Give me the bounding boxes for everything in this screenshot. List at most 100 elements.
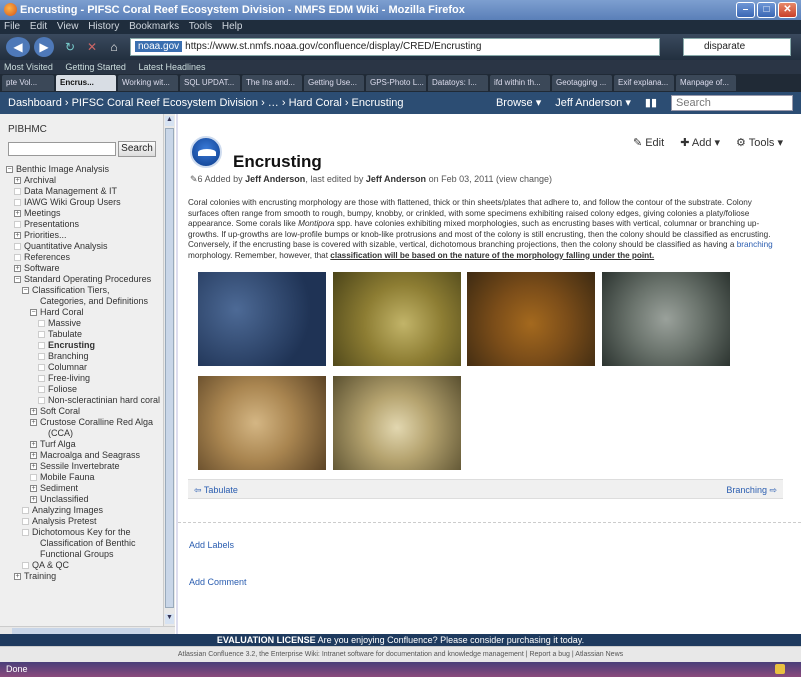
tree-item[interactable]: + Macroalga and Seagrass — [6, 450, 164, 461]
tree-item[interactable]: + Soft Coral — [6, 406, 164, 417]
sidebar-vertical-scrollbar[interactable]: ▲ ▼ — [163, 114, 175, 626]
expand-icon[interactable]: + — [30, 441, 37, 449]
confluence-search-input[interactable]: Search — [671, 95, 793, 111]
tree-item[interactable]: + Crustose Coralline Red Alga — [6, 417, 164, 428]
tab-1-active[interactable]: Encrus... — [56, 75, 116, 91]
close-button[interactable]: ✕ — [778, 2, 797, 18]
expand-icon[interactable]: + — [30, 408, 37, 416]
tab-3[interactable]: SQL UPDAT... — [180, 75, 240, 91]
add-labels-link[interactable]: Add Labels — [189, 540, 234, 550]
tab-2[interactable]: Working wit... — [118, 75, 178, 91]
edit-button[interactable]: ✎ Edit — [633, 136, 664, 149]
tree-item[interactable]: Encrusting — [6, 340, 164, 351]
tree-item[interactable]: + Priorities... — [6, 230, 164, 241]
scrollbar-thumb[interactable] — [165, 128, 174, 608]
menu-bookmarks[interactable]: Bookmarks — [129, 21, 179, 32]
tree-item[interactable]: − Classification Tiers, — [6, 285, 164, 296]
tools-menu[interactable]: ⚙ Tools ▾ — [736, 136, 783, 149]
breadcrumb[interactable]: Dashboard › PIFSC Coral Reef Ecosystem D… — [8, 92, 404, 114]
tab-10[interactable]: Exif explana... — [614, 75, 674, 91]
tree-item[interactable]: Tabulate — [6, 329, 164, 340]
tree-item[interactable]: (CCA) — [6, 428, 164, 439]
tree-item[interactable]: Dichotomous Key for the — [6, 527, 164, 538]
home-icon[interactable]: ⌂ — [104, 37, 124, 57]
tree-item[interactable]: − Benthic Image Analysis — [6, 164, 164, 175]
branching-link[interactable]: branching — [737, 240, 773, 249]
tab-6[interactable]: GPS-Photo L... — [366, 75, 426, 91]
collapse-icon[interactable]: − — [14, 276, 21, 284]
coral-photo-3[interactable] — [467, 272, 595, 366]
tab-0[interactable]: pte Vol... — [2, 75, 54, 91]
coral-photo-6[interactable] — [333, 376, 461, 470]
menu-view[interactable]: View — [57, 21, 79, 32]
tab-11[interactable]: Manpage of... — [676, 75, 736, 91]
coral-photo-1[interactable] — [198, 272, 326, 366]
tab-8[interactable]: ifd within th... — [490, 75, 550, 91]
browse-menu[interactable]: Browse ▾ — [496, 92, 541, 114]
tree-item[interactable]: + Sediment — [6, 483, 164, 494]
user-menu[interactable]: Jeff Anderson ▾ — [555, 92, 631, 114]
prev-page-link[interactable]: ⇦ Tabulate — [194, 480, 238, 500]
tree-item[interactable]: References — [6, 252, 164, 263]
layout-toggle-icon[interactable]: ▮▮ — [645, 92, 657, 114]
back-icon[interactable]: ◀ — [6, 37, 30, 57]
editor-link[interactable]: Jeff Anderson — [366, 174, 426, 184]
sidebar-search-button[interactable]: Search — [118, 141, 156, 157]
expand-icon[interactable]: + — [30, 419, 37, 427]
browser-search-input[interactable]: disparate — [683, 38, 791, 56]
expand-icon[interactable]: + — [14, 232, 21, 240]
tree-item[interactable]: Presentations — [6, 219, 164, 230]
menu-help[interactable]: Help — [222, 21, 243, 32]
add-menu[interactable]: ✚ Add ▾ — [680, 136, 720, 149]
tree-item[interactable]: Analyzing Images — [6, 505, 164, 516]
tree-item[interactable]: − Hard Coral — [6, 307, 164, 318]
collapse-icon[interactable]: − — [30, 309, 37, 317]
scroll-up-icon[interactable]: ▲ — [165, 116, 174, 126]
tab-5[interactable]: Getting Use... — [304, 75, 364, 91]
menu-file[interactable]: File — [4, 21, 20, 32]
site-identity[interactable]: noaa.gov — [135, 41, 183, 52]
tab-7[interactable]: Datatoys: I... — [428, 75, 488, 91]
collapse-icon[interactable]: − — [22, 287, 29, 295]
tree-item[interactable]: Free-living — [6, 373, 164, 384]
url-bar[interactable]: noaa.gov https://www.st.nmfs.noaa.gov/con… — [130, 38, 660, 56]
tree-item[interactable]: Analysis Pretest — [6, 516, 164, 527]
collapse-icon[interactable]: − — [6, 166, 13, 174]
bookmark-most-visited[interactable]: Most Visited — [4, 62, 53, 72]
tree-item[interactable]: Branching — [6, 351, 164, 362]
menu-history[interactable]: History — [88, 21, 119, 32]
tree-item[interactable]: Classification of Benthic — [6, 538, 164, 549]
sidebar-search-input[interactable] — [8, 142, 116, 156]
tree-item[interactable]: + Training — [6, 571, 164, 582]
tree-item[interactable]: Data Management & IT — [6, 186, 164, 197]
expand-icon[interactable]: + — [14, 573, 21, 581]
tree-item[interactable]: Columnar — [6, 362, 164, 373]
tree-item[interactable]: + Archival — [6, 175, 164, 186]
tab-9[interactable]: Geotagging ... — [552, 75, 612, 91]
tree-item[interactable]: Quantitative Analysis — [6, 241, 164, 252]
tree-item[interactable]: Foliose — [6, 384, 164, 395]
expand-icon[interactable]: + — [30, 463, 37, 471]
author-link[interactable]: Jeff Anderson — [245, 174, 305, 184]
tree-item[interactable]: Non-scleractinian hard coral — [6, 395, 164, 406]
tree-item[interactable]: + Software — [6, 263, 164, 274]
stop-icon[interactable]: ✕ — [82, 37, 102, 57]
coral-photo-5[interactable] — [198, 376, 326, 470]
tree-item[interactable]: Massive — [6, 318, 164, 329]
expand-icon[interactable]: + — [30, 496, 37, 504]
tree-item[interactable]: IAWG Wiki Group Users — [6, 197, 164, 208]
tree-item[interactable]: Mobile Fauna — [6, 472, 164, 483]
menu-tools[interactable]: Tools — [189, 21, 212, 32]
maximize-button[interactable]: □ — [757, 2, 776, 18]
tree-item[interactable]: + Sessile Invertebrate — [6, 461, 164, 472]
scroll-down-icon[interactable]: ▼ — [165, 614, 174, 624]
tree-item[interactable]: QA & QC — [6, 560, 164, 571]
menu-edit[interactable]: Edit — [30, 21, 47, 32]
tree-item[interactable]: Categories, and Definitions — [6, 296, 164, 307]
tree-item[interactable]: Functional Groups — [6, 549, 164, 560]
expand-icon[interactable]: + — [30, 452, 37, 460]
bookmark-getting-started[interactable]: Getting Started — [65, 62, 126, 72]
forward-icon[interactable]: ▶ — [34, 37, 54, 57]
tree-item[interactable]: + Unclassified — [6, 494, 164, 505]
tree-item[interactable]: + Meetings — [6, 208, 164, 219]
